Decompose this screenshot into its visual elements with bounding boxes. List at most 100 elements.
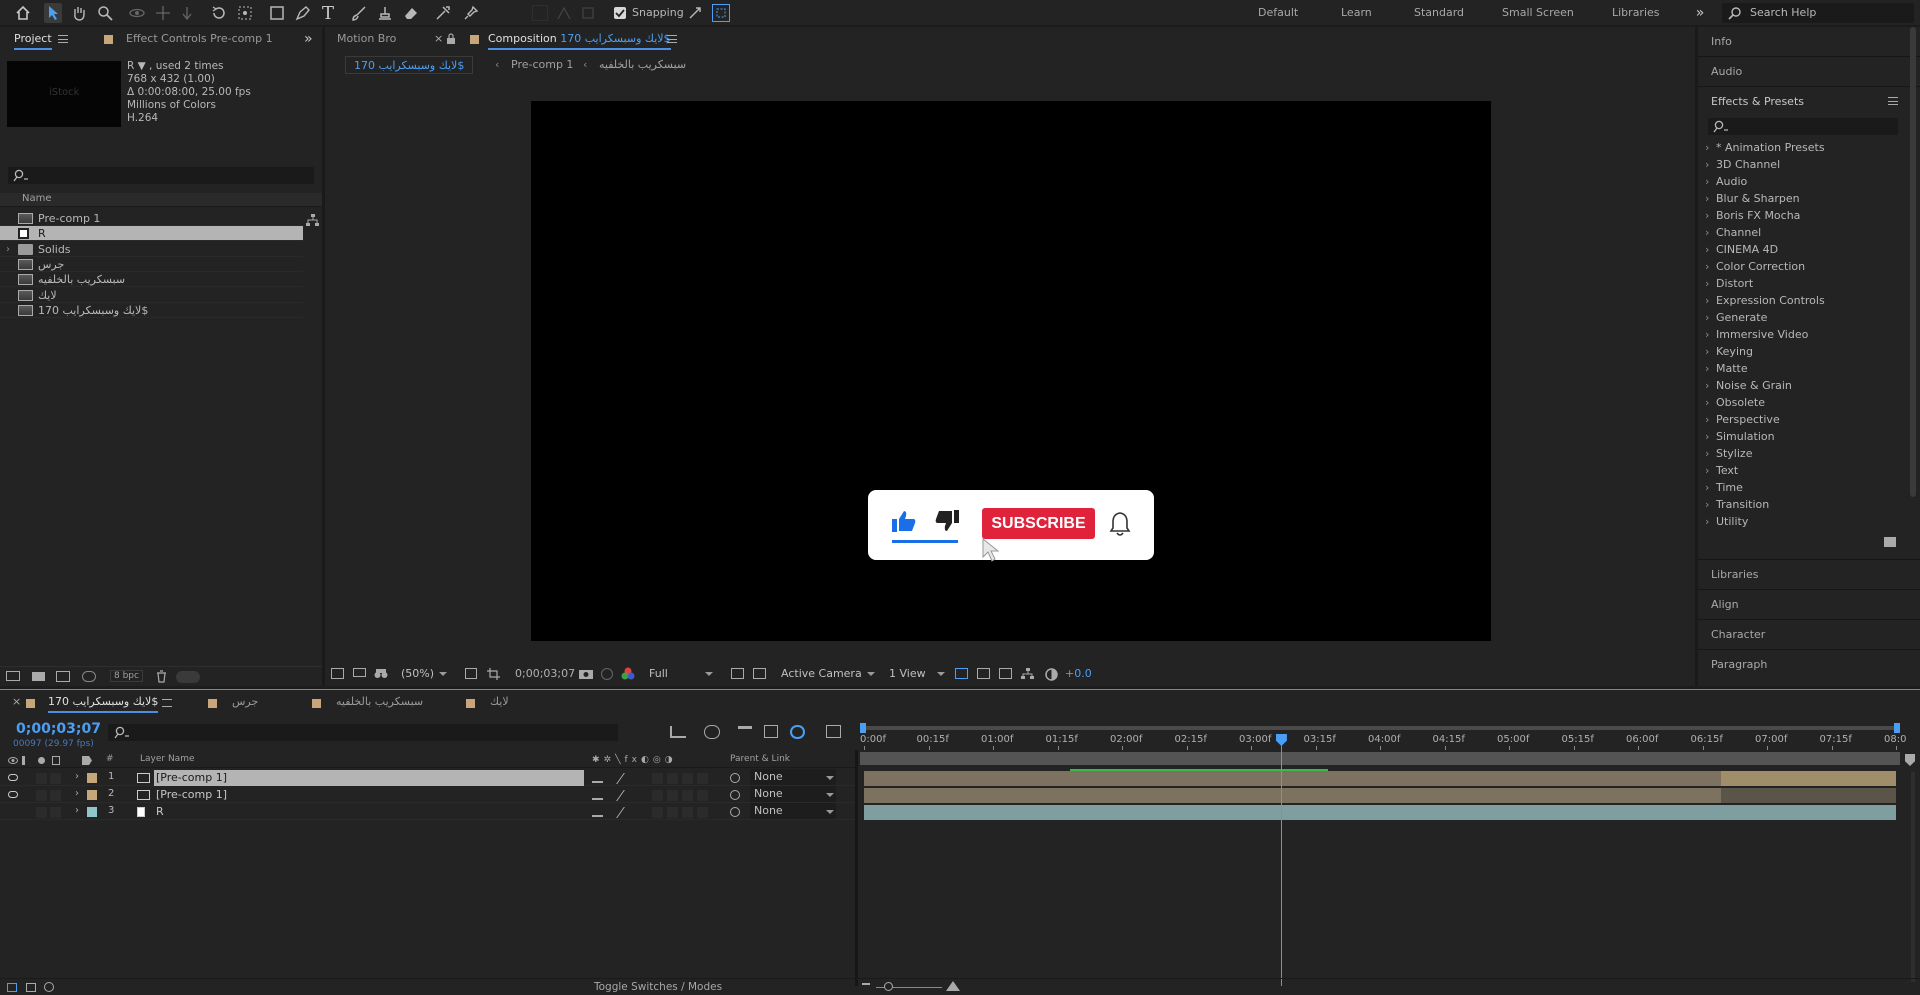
effects-category[interactable]: Simulation [1698, 428, 1908, 445]
toggle-switches-modes[interactable]: Toggle Switches / Modes [594, 981, 722, 993]
effects-presets-title[interactable]: Effects & Presets [1711, 95, 1804, 108]
fit-icon[interactable] [465, 668, 477, 679]
layer-row[interactable]: › 2 [Pre-comp 1] None [0, 786, 855, 803]
parent-pickwhip-icon[interactable] [730, 790, 740, 800]
expand-arrow-icon[interactable]: › [75, 805, 79, 816]
effects-category[interactable]: Boris FX Mocha [1698, 207, 1908, 224]
layer-duration-bar[interactable] [864, 805, 1896, 820]
close-tab-icon[interactable]: × [434, 32, 443, 45]
zoom-tool-icon[interactable] [96, 4, 114, 22]
pan-camera-icon[interactable] [154, 4, 172, 22]
effects-category[interactable]: Transition [1698, 496, 1908, 513]
effects-category[interactable]: Utility [1698, 513, 1908, 530]
timeline-tab[interactable]: 170 لايك وسبسكرايب$ [48, 690, 159, 714]
effects-category[interactable]: Channel [1698, 224, 1908, 241]
solo-toggle[interactable] [36, 790, 47, 801]
exposure-value[interactable]: +0.0 [1065, 667, 1092, 680]
timeline-search-input[interactable] [108, 724, 618, 741]
effects-category[interactable]: Noise & Grain [1698, 377, 1908, 394]
workspace-default[interactable]: Default [1258, 6, 1298, 19]
hand-tool-icon[interactable] [70, 4, 88, 22]
layer-switch[interactable] [667, 773, 678, 784]
dolly-camera-icon[interactable] [178, 4, 196, 22]
hide-shy-layers-icon[interactable] [738, 726, 752, 738]
layer-switch[interactable] [697, 807, 708, 818]
interpret-footage-icon[interactable] [6, 671, 20, 681]
tab-effect-controls[interactable]: Effect Controls Pre-comp 1 [126, 27, 273, 51]
quality-switch-icon[interactable] [616, 773, 635, 784]
layer-switch[interactable] [697, 773, 708, 784]
layer-switch[interactable] [682, 790, 693, 801]
puppet-pin-tool-icon[interactable] [462, 4, 480, 22]
draft-3d-icon[interactable] [977, 668, 990, 679]
flowchart-icon[interactable] [306, 214, 319, 227]
expand-arrow-icon[interactable]: › [75, 771, 79, 782]
time-ruler[interactable]: 0:00f 00:15f 01:00f 01:15f 02:00f 02:15f 03:00… [860, 734, 1906, 750]
new-folder-icon[interactable] [32, 672, 45, 681]
brush-tool-icon[interactable] [350, 4, 368, 22]
toggle-pixel-aspect-icon[interactable] [955, 668, 968, 679]
timeline-toggle-icon[interactable] [999, 668, 1012, 679]
parent-dropdown[interactable]: None [750, 803, 836, 819]
roto-brush-tool-icon[interactable] [434, 4, 452, 22]
work-area-bar[interactable] [860, 752, 1900, 765]
new-composition-icon[interactable] [56, 671, 70, 682]
workspace-standard[interactable]: Standard [1414, 6, 1464, 19]
project-item[interactable]: R [0, 226, 303, 242]
lock-toggle[interactable] [50, 773, 61, 784]
project-item[interactable]: › Solids [0, 242, 303, 257]
show-snapshot-icon[interactable] [601, 668, 613, 680]
playhead[interactable] [1275, 734, 1287, 986]
modes-icon[interactable] [26, 983, 36, 992]
breadcrumb-current[interactable]: سبسكريب بالخلفيه [599, 58, 686, 71]
pen-tool-icon[interactable] [294, 4, 312, 22]
layer-label-color[interactable] [87, 790, 97, 800]
column-name-label[interactable]: Name [22, 193, 52, 204]
timeline-tab[interactable]: جرس [232, 690, 258, 714]
effects-category[interactable]: CINEMA 4D [1698, 241, 1908, 258]
lock-toggle[interactable] [50, 790, 61, 801]
parent-dropdown[interactable]: None [750, 786, 836, 802]
timeline-divider[interactable] [855, 750, 858, 986]
panel-header-align[interactable]: Align [1698, 589, 1920, 618]
snapping-checkbox[interactable] [614, 7, 626, 19]
layer-label-color[interactable] [87, 773, 97, 783]
anchor-point-tool-icon[interactable] [236, 4, 254, 22]
always-preview-icon[interactable] [331, 668, 344, 679]
trash-icon[interactable] [156, 670, 167, 683]
draft-3d-timeline-icon[interactable] [704, 725, 720, 739]
timeline-menu-icon[interactable] [162, 699, 172, 707]
effects-category[interactable]: Keying [1698, 343, 1908, 360]
zoom-in-icon[interactable] [946, 981, 960, 991]
layer-row[interactable]: › 1 [Pre-comp 1] None [0, 769, 855, 786]
project-search-input[interactable] [8, 167, 314, 184]
eye-icon[interactable] [8, 791, 18, 798]
timeline-tab[interactable]: سبسكريب بالخلفيه [336, 690, 423, 714]
new-preset-icon[interactable] [1884, 537, 1896, 547]
solo-toggle[interactable] [36, 773, 47, 784]
effects-category[interactable]: Color Correction [1698, 258, 1908, 275]
effects-category[interactable]: Immersive Video [1698, 326, 1908, 343]
project-settings-icon[interactable] [82, 671, 96, 682]
tab-composition[interactable]: Composition 170 لايك وسبسكرايب$ [488, 27, 671, 51]
project-item[interactable]: Pre-comp 1 [0, 211, 303, 226]
home-icon[interactable] [14, 4, 32, 22]
effects-category[interactable]: Perspective [1698, 411, 1908, 428]
graph-editor-icon[interactable] [826, 725, 841, 738]
eraser-tool-icon[interactable] [402, 4, 420, 22]
zoom-slider-thumb[interactable] [884, 982, 893, 991]
audio-panel-header[interactable]: Audio [1698, 56, 1920, 85]
frame-blending-icon[interactable] [764, 725, 778, 738]
lock-icon[interactable] [446, 33, 456, 44]
effects-category[interactable]: 3D Channel [1698, 156, 1908, 173]
layer-name[interactable]: [Pre-comp 1] [154, 787, 454, 803]
project-item[interactable]: 170 لايك وسبسكرايب$ [0, 303, 303, 318]
type-tool-icon[interactable]: T [318, 3, 338, 24]
layer-duration-bar[interactable] [864, 788, 1896, 803]
layer-switch[interactable] [667, 790, 678, 801]
fast-previews-icon[interactable] [731, 668, 744, 679]
effects-category[interactable]: Generate [1698, 309, 1908, 326]
time-navigator[interactable] [860, 723, 1900, 733]
panel-header-paragraph[interactable]: Paragraph [1698, 649, 1920, 678]
breadcrumb-precomp[interactable]: Pre-comp 1 [511, 58, 573, 71]
